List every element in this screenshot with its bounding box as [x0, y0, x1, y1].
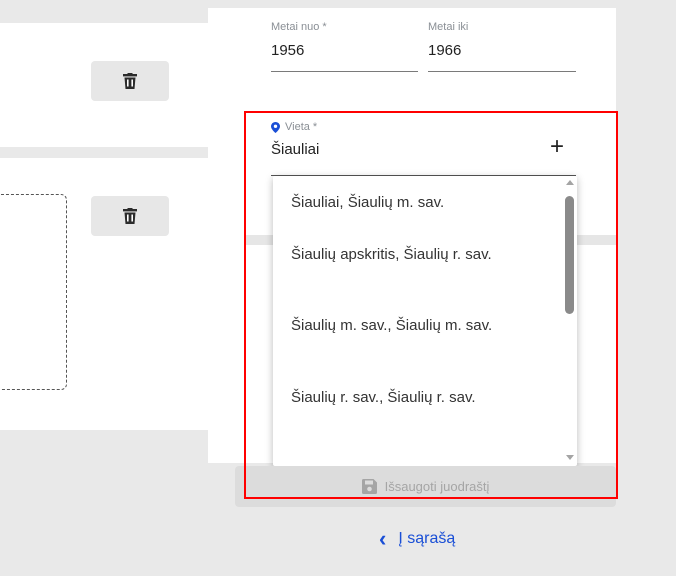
delete-button-2[interactable]: [91, 196, 169, 236]
trash-icon: [123, 208, 137, 224]
year-to-label: Metai iki: [428, 21, 469, 33]
chevron-left-icon: ‹: [379, 526, 387, 551]
upload-drop-zone[interactable]: [0, 194, 67, 390]
year-from-value[interactable]: 1956: [271, 42, 418, 60]
year-from-field[interactable]: Metai nuo * 1956: [271, 21, 418, 72]
back-to-list-link[interactable]: ‹ Į sąrašą: [379, 526, 456, 551]
year-to-underline: [428, 71, 576, 72]
year-from-label: Metai nuo *: [271, 21, 327, 33]
back-to-list-label: Į sąrašą: [398, 530, 456, 547]
year-from-underline: [271, 71, 418, 72]
delete-button-1[interactable]: [91, 61, 169, 101]
trash-icon: [123, 73, 137, 89]
year-to-value[interactable]: 1966: [428, 42, 576, 60]
highlight-box: [244, 111, 618, 499]
year-to-field[interactable]: Metai iki 1966: [428, 21, 576, 72]
